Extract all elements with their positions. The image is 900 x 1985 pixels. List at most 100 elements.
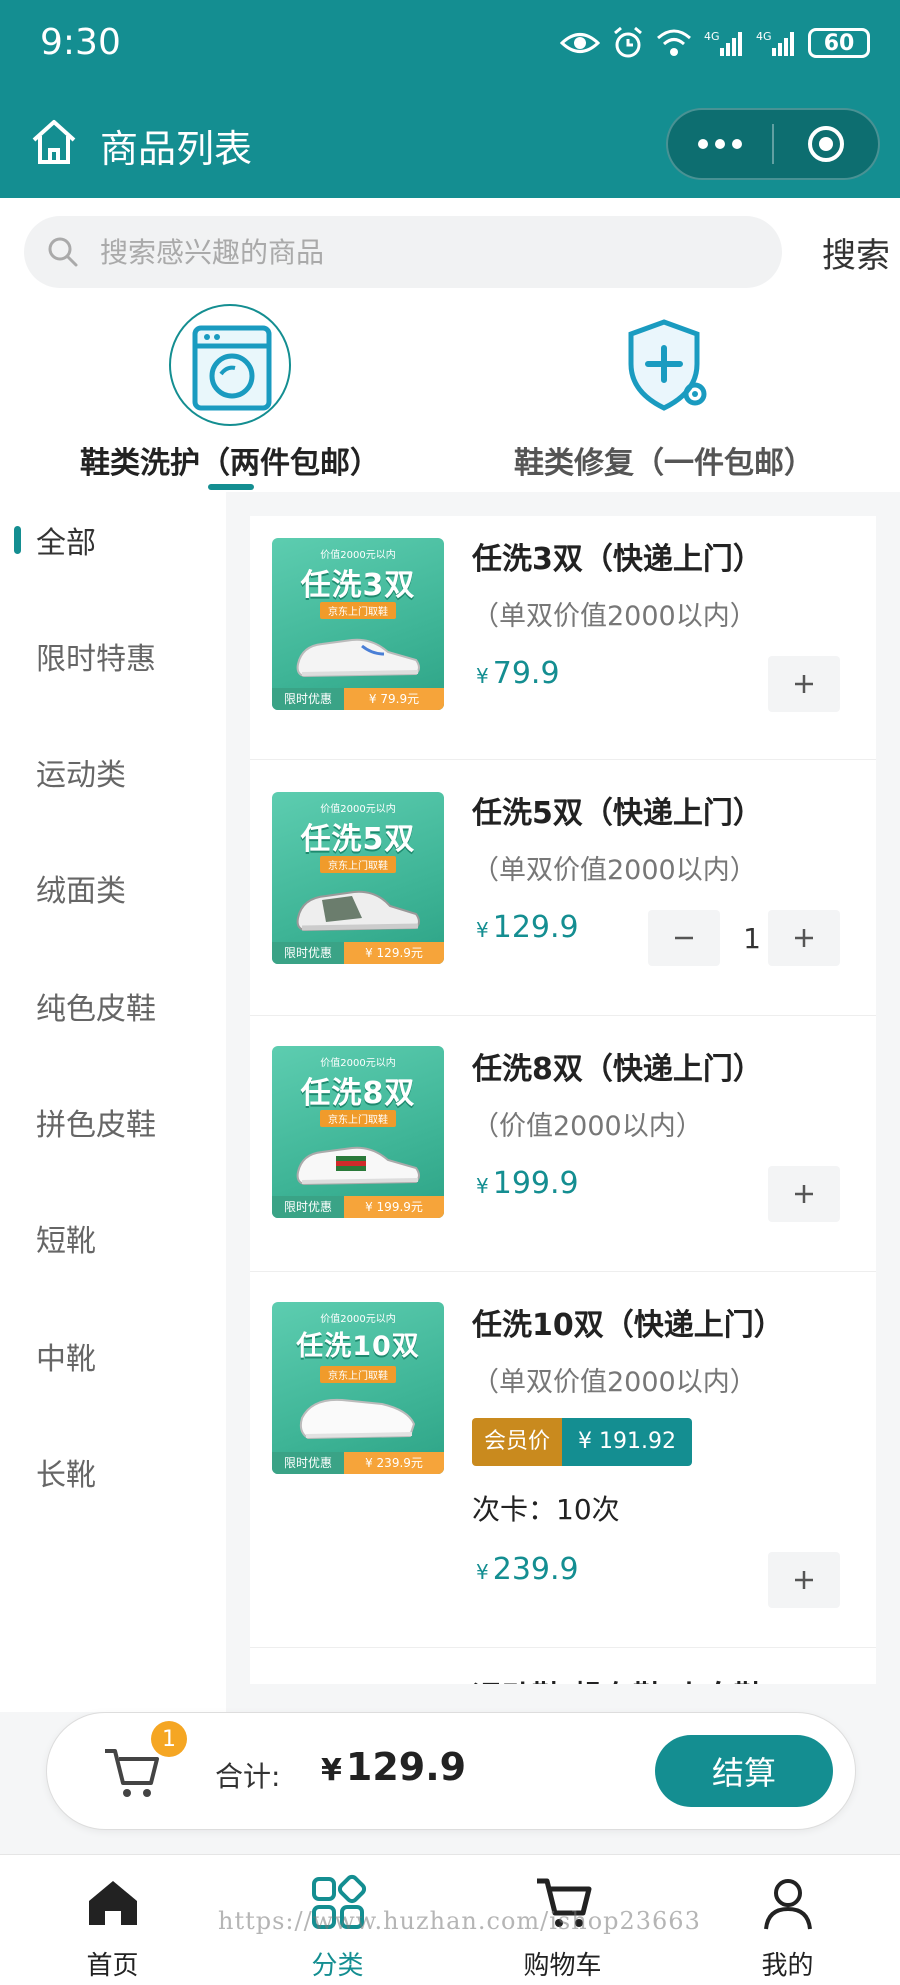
mini-program-capsule xyxy=(666,108,880,180)
status-icons: 4G 4G 60 xyxy=(560,26,870,60)
thumb-subtitle: 京东上门取鞋 xyxy=(320,602,396,619)
price-value: 199.9 xyxy=(492,1166,579,1201)
product-item[interactable]: 价值2000元以内 任洗8双 京东上门取鞋 限时优惠 ¥ 199.9元 任洗8双 （… xyxy=(250,1016,876,1272)
sidebar-item-all[interactable]: 全部 xyxy=(0,500,226,580)
thumb-title: 任洗8双 xyxy=(300,1076,416,1111)
wifi-icon xyxy=(657,29,691,56)
cart-count-badge: 1 xyxy=(151,1721,187,1757)
tab-shoe-repair[interactable]: 鞋类修复（一件包邮） xyxy=(464,304,864,492)
active-indicator xyxy=(14,526,21,554)
total-value: ¥129.9 xyxy=(321,1745,466,1789)
minus-icon xyxy=(675,936,693,940)
sidebar-item-label: 限时特惠 xyxy=(36,642,156,677)
product-desc: （单双价值2000以内） xyxy=(472,855,757,886)
sidebar-item-long-boots[interactable]: 长靴 xyxy=(0,1432,226,1512)
thumb-tag: 限时优惠 xyxy=(272,688,344,710)
sidebar-item-mid-boots[interactable]: 中靴 xyxy=(0,1316,226,1396)
product-item[interactable]: 价值2000元以内 任洗10双 京东上门取鞋 限时优惠 ¥ 239.9元 任洗10… xyxy=(250,1272,876,1648)
target-icon xyxy=(808,126,844,162)
cart-icon[interactable] xyxy=(101,1743,161,1803)
sidebar-item-label: 运动类 xyxy=(36,758,126,793)
product-price: ¥79.9 xyxy=(476,656,560,691)
tab-shoe-cleaning[interactable]: 鞋类洗护（两件包邮） xyxy=(30,304,430,492)
checkout-button[interactable]: 结算 xyxy=(655,1735,833,1807)
decrease-quantity-button[interactable] xyxy=(648,910,720,966)
category-tabs: 鞋类洗护（两件包邮） 鞋类修复（一件包邮） xyxy=(0,298,900,492)
sidebar-item-mixed-leather[interactable]: 拼色皮鞋 xyxy=(0,1082,226,1162)
cart-summary-bar: 1 合计: ¥129.9 结算 xyxy=(46,1712,856,1830)
thumb-subtitle: 京东上门取鞋 xyxy=(320,856,396,873)
status-time: 9:30 xyxy=(40,22,121,63)
product-image[interactable]: 价值2000元以内 任洗10双 京东上门取鞋 限时优惠 ¥ 239.9元 xyxy=(272,1302,444,1474)
currency-symbol: ¥ xyxy=(476,1174,489,1198)
sidebar-item-plain-leather[interactable]: 纯色皮鞋 xyxy=(0,966,226,1046)
sidebar-item-label: 短靴 xyxy=(36,1224,96,1259)
price-value: 239.9 xyxy=(492,1552,579,1587)
sneaker-icon xyxy=(299,1398,416,1440)
product-price: ¥239.9 xyxy=(476,1552,579,1587)
thumb-top-text: 价值2000元以内 xyxy=(320,804,396,815)
tab-shoe-cleaning-label: 鞋类洗护（两件包邮） xyxy=(80,446,380,481)
tab-profile[interactable]: 我的 xyxy=(675,1867,900,1985)
currency-symbol: ¥ xyxy=(476,918,489,942)
thumb-subtitle: 京东上门取鞋 xyxy=(320,1366,396,1383)
product-desc: （单双价值2000以内） xyxy=(472,1367,757,1398)
tab-label: 购物车 xyxy=(523,1951,602,1981)
home-icon[interactable] xyxy=(28,116,80,168)
close-mini-program-button[interactable] xyxy=(774,110,878,178)
product-image[interactable]: 价值2000元以内 任洗3双 京东上门取鞋 限时优惠 ¥ 79.9元 xyxy=(272,538,444,710)
add-to-cart-button[interactable] xyxy=(768,656,840,712)
member-price-value: ¥ 191.92 xyxy=(562,1418,692,1466)
tab-home[interactable]: 首页 xyxy=(0,1867,225,1985)
add-to-cart-button[interactable] xyxy=(768,1166,840,1222)
price-value: 79.9 xyxy=(492,656,560,691)
thumb-price-bar: 限时优惠 ¥ 199.9元 xyxy=(272,1196,444,1218)
card-times: 次卡：10次 xyxy=(472,1493,620,1526)
thumb-title: 任洗3双 xyxy=(300,568,416,603)
more-button[interactable] xyxy=(668,110,772,178)
member-price-label: 会员价 xyxy=(472,1418,563,1466)
product-title: 任洗3双（快递上门） xyxy=(472,542,763,577)
add-to-cart-button[interactable] xyxy=(768,1552,840,1608)
product-image[interactable]: 价值2000元以内 任洗5双 京东上门取鞋 限时优惠 ¥ 129.9元 xyxy=(272,792,444,964)
search-icon xyxy=(48,237,78,267)
thumb-top-text: 价值2000元以内 xyxy=(320,550,396,561)
sidebar-item-suede[interactable]: 绒面类 xyxy=(0,848,226,928)
member-price-tag: 会员价 ¥ 191.92 xyxy=(472,1418,692,1466)
more-dots-icon xyxy=(698,139,742,149)
sidebar-item-label: 中靴 xyxy=(36,1342,96,1377)
signal-icon: 4G xyxy=(704,30,742,56)
currency-symbol: ¥ xyxy=(321,1753,342,1788)
alarm-icon xyxy=(614,26,642,58)
total-amount: 129.9 xyxy=(345,1745,467,1789)
header: 9:30 4G 4G 60 商品列表 xyxy=(0,0,900,198)
thumb-price-bar: 限时优惠 ¥ 239.9元 xyxy=(272,1452,444,1474)
thumb-subtitle: 京东上门取鞋 xyxy=(320,1110,396,1127)
sidebar-item-limited-offer[interactable]: 限时特惠 xyxy=(0,616,226,696)
battery-icon: 60 xyxy=(808,28,870,58)
sidebar-item-sports[interactable]: 运动类 xyxy=(0,732,226,812)
thumb-tag-price: ¥ 199.9元 xyxy=(344,1196,444,1218)
product-price: ¥199.9 xyxy=(476,1166,579,1201)
quantity-value: 1 xyxy=(743,922,761,955)
total-label: 合计: xyxy=(215,1760,281,1793)
thumb-tag-price: ¥ 79.9元 xyxy=(344,688,444,710)
sneaker-icon xyxy=(296,1146,420,1186)
increase-quantity-button[interactable] xyxy=(768,910,840,966)
product-image[interactable]: 价值2000元以内 任洗8双 京东上门取鞋 限时优惠 ¥ 199.9元 xyxy=(272,1046,444,1218)
home-icon xyxy=(88,1881,137,1925)
thumb-title: 任洗10双 xyxy=(296,1331,420,1362)
search-input[interactable] xyxy=(100,235,740,269)
sidebar-item-ankle-boots[interactable]: 短靴 xyxy=(0,1198,226,1278)
product-item[interactable]: 运动鞋/帆布鞋/小白鞋 xyxy=(250,1648,876,1684)
product-item[interactable]: 价值2000元以内 任洗5双 京东上门取鞋 限时优惠 ¥ 129.9元 任洗5双（… xyxy=(250,760,876,1016)
shield-icon-wrap xyxy=(603,304,725,426)
search-box[interactable] xyxy=(24,216,782,288)
watermark-text: https://www.huzhan.com/ishop23663 xyxy=(218,1907,701,1935)
search-button[interactable]: 搜索 xyxy=(822,228,890,277)
tab-shoe-repair-label: 鞋类修复（一件包邮） xyxy=(514,446,814,481)
product-item[interactable]: 价值2000元以内 任洗3双 京东上门取鞋 限时优惠 ¥ 79.9元 任洗3双（快… xyxy=(250,516,876,760)
sidebar-item-label: 绒面类 xyxy=(36,874,126,909)
product-desc: （价值2000以内） xyxy=(472,1111,703,1142)
sidebar: 全部 限时特惠 运动类 绒面类 纯色皮鞋 拼色皮鞋 短靴 中靴 长靴 xyxy=(0,492,226,1712)
